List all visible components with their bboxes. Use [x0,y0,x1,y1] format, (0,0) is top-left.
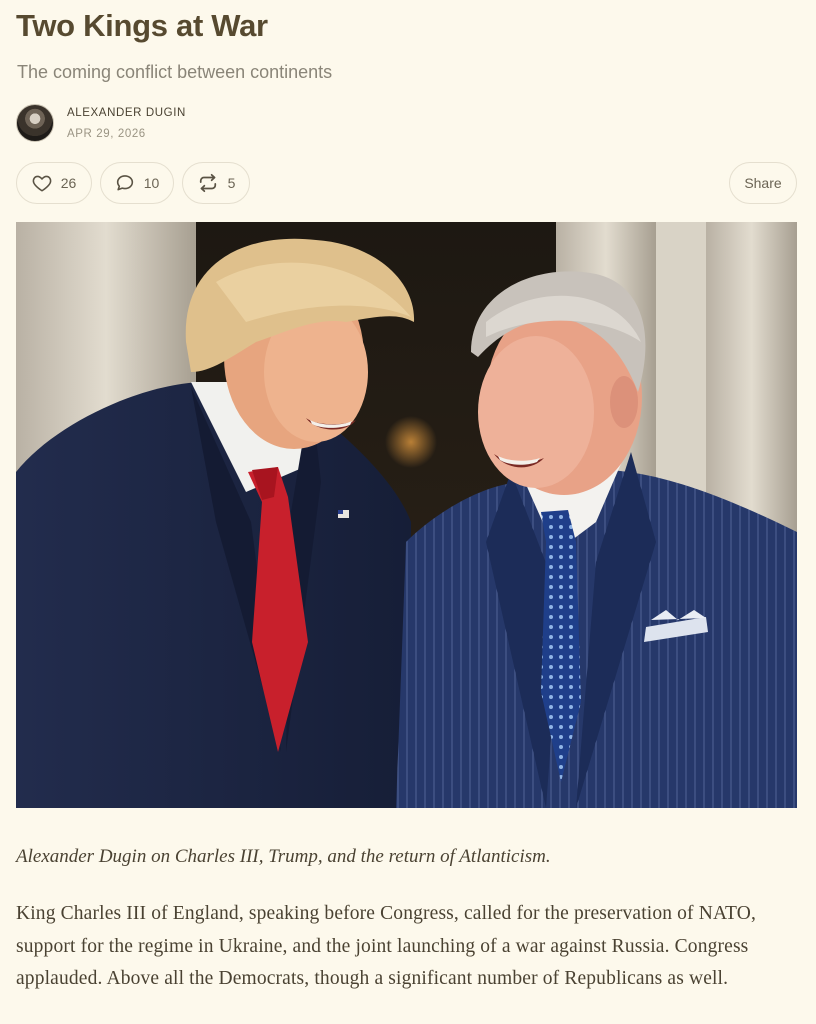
post-title: Two Kings at War [16,8,268,43]
heart-icon [32,174,52,192]
restack-icon [197,173,219,193]
article-paragraph: King Charles III of England, speaking be… [16,903,756,989]
comment-count: 10 [143,175,160,191]
share-label: Share [744,175,782,191]
restack-count: 5 [227,175,236,191]
like-count: 26 [60,175,77,191]
author-avatar[interactable] [16,104,54,142]
comment-icon [115,173,135,193]
post-actions: 26 10 5 Share [16,162,797,206]
hero-image[interactable] [16,222,797,808]
post-date: APR 29, 2026 [67,127,146,140]
image-caption: Alexander Dugin on Charles III, Trump, a… [16,846,551,867]
author-name[interactable]: ALEXANDER DUGIN [67,105,186,121]
comment-button[interactable]: 10 [100,162,174,204]
byline: ALEXANDER DUGIN APR 29, 2026 [16,104,186,142]
restack-button[interactable]: 5 [182,162,250,204]
like-button[interactable]: 26 [16,162,92,204]
post-subtitle: The coming conflict between continents [17,62,333,82]
byline-meta: ALEXANDER DUGIN APR 29, 2026 [67,105,186,142]
share-button[interactable]: Share [729,162,797,204]
